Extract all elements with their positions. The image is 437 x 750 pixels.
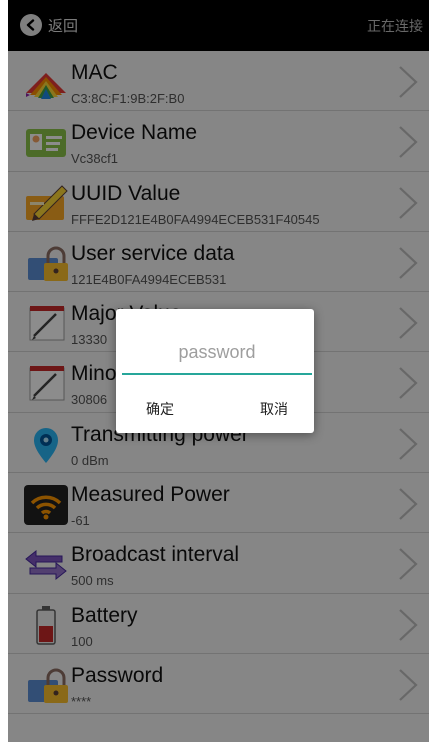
cancel-button[interactable]: 取消 (260, 399, 288, 419)
app-screen: 返回 正在连接 MAC C3:8C:F1:9B:2F:B0 Device Nam… (8, 0, 429, 742)
password-input[interactable] (122, 331, 312, 375)
password-dialog: 确定 取消 (116, 309, 314, 433)
ok-button[interactable]: 确定 (146, 399, 174, 419)
